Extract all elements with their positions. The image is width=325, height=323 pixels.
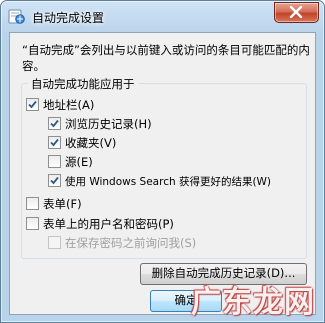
checkbox-icon[interactable] bbox=[48, 117, 61, 130]
description-text: “自动完成”会列出与以前键入或访问的条目可能匹配的内容。 bbox=[22, 43, 310, 73]
title-bar[interactable]: 自动完成设置 bbox=[1, 1, 324, 32]
checkbox-browsing-history[interactable]: 浏览历史记录(H) bbox=[48, 117, 152, 133]
checkbox-label: 收藏夹(V) bbox=[65, 136, 117, 150]
checkbox-icon[interactable] bbox=[48, 155, 61, 168]
checkbox-feeds[interactable]: 源(E) bbox=[48, 155, 93, 171]
checkbox-ask-before-saving: 在保存密码之前询问我(S) bbox=[48, 236, 196, 252]
checkbox-label: 表单上的用户名和密码(P) bbox=[43, 217, 174, 231]
checkbox-usernames-passwords[interactable]: 表单上的用户名和密码(P) bbox=[26, 217, 174, 233]
window-title: 自动完成设置 bbox=[32, 11, 105, 25]
checkbox-label: 地址栏(A) bbox=[43, 98, 95, 112]
checkbox-label: 使用 Windows Search 获得更好的结果(W) bbox=[65, 176, 272, 188]
checkbox-favorites[interactable]: 收藏夹(V) bbox=[48, 136, 116, 152]
checkbox-icon[interactable] bbox=[26, 98, 39, 111]
internet-explorer-icon bbox=[8, 8, 25, 25]
close-icon bbox=[289, 6, 303, 18]
checkbox-address-bar[interactable]: 地址栏(A) bbox=[26, 98, 94, 114]
checkbox-forms[interactable]: 表单(F) bbox=[26, 197, 82, 213]
checkbox-label: 浏览历史记录(H) bbox=[65, 117, 152, 131]
checkbox-icon bbox=[48, 236, 61, 249]
checkbox-icon[interactable] bbox=[26, 197, 39, 210]
watermark-logo: 广东龙网 bbox=[191, 285, 315, 320]
checkbox-label: 源(E) bbox=[65, 155, 93, 169]
checkbox-icon[interactable] bbox=[48, 174, 61, 187]
close-button[interactable] bbox=[274, 2, 319, 23]
dialog-body: “自动完成”会列出与以前键入或访问的条目可能匹配的内容。 自动完成功能应用于 地… bbox=[9, 32, 316, 315]
checkbox-label: 在保存密码之前询问我(S) bbox=[65, 236, 197, 250]
autocomplete-settings-dialog: 自动完成设置 “自动完成”会列出与以前键入或访问的条目可能匹配的内容。 自动完成… bbox=[0, 0, 325, 323]
checkbox-icon[interactable] bbox=[48, 136, 61, 149]
checkbox-icon[interactable] bbox=[26, 217, 39, 230]
checkbox-label: 表单(F) bbox=[43, 197, 82, 211]
apply-to-group: 自动完成功能应用于 地址栏(A) 浏览历史记录(H) 收藏夹(V) 源(E) 使… bbox=[21, 76, 307, 259]
checkbox-windows-search[interactable]: 使用 Windows Search 获得更好的结果(W) bbox=[48, 174, 271, 190]
group-legend: 自动完成功能应用于 bbox=[28, 76, 138, 92]
